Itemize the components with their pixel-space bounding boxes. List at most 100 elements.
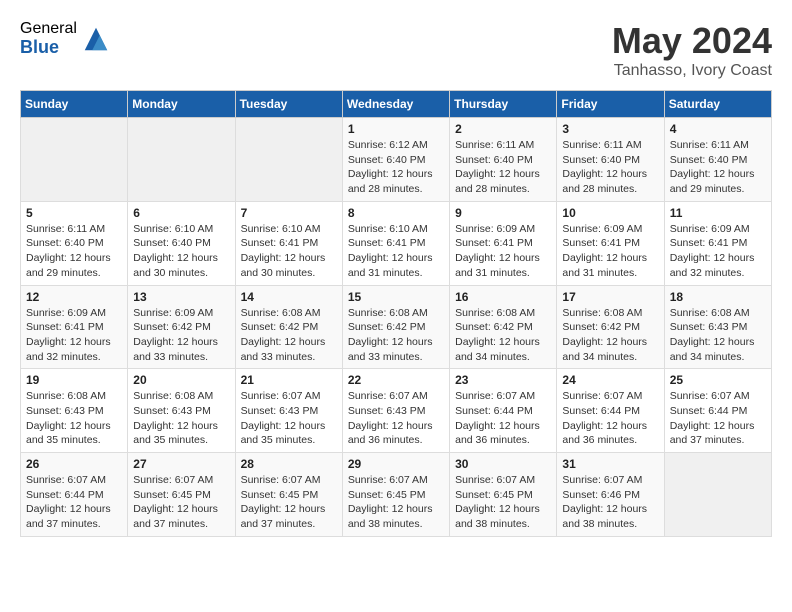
day-number: 13 (133, 290, 229, 304)
day-info: Sunrise: 6:07 AM Sunset: 6:45 PM Dayligh… (455, 473, 551, 532)
calendar-cell (664, 453, 771, 537)
calendar-table: SundayMondayTuesdayWednesdayThursdayFrid… (20, 90, 772, 537)
day-info: Sunrise: 6:08 AM Sunset: 6:42 PM Dayligh… (455, 306, 551, 365)
day-number: 28 (241, 457, 337, 471)
logo-blue: Blue (20, 38, 77, 58)
day-info: Sunrise: 6:08 AM Sunset: 6:43 PM Dayligh… (670, 306, 766, 365)
week-row-4: 19Sunrise: 6:08 AM Sunset: 6:43 PM Dayli… (21, 369, 772, 453)
header-day-monday: Monday (128, 91, 235, 118)
day-info: Sunrise: 6:11 AM Sunset: 6:40 PM Dayligh… (670, 138, 766, 197)
main-title: May 2024 (612, 20, 772, 62)
calendar-cell (235, 118, 342, 202)
calendar-cell (128, 118, 235, 202)
header-row: SundayMondayTuesdayWednesdayThursdayFrid… (21, 91, 772, 118)
day-number: 27 (133, 457, 229, 471)
day-info: Sunrise: 6:09 AM Sunset: 6:42 PM Dayligh… (133, 306, 229, 365)
day-info: Sunrise: 6:08 AM Sunset: 6:42 PM Dayligh… (562, 306, 658, 365)
day-info: Sunrise: 6:09 AM Sunset: 6:41 PM Dayligh… (670, 222, 766, 281)
calendar-cell: 4Sunrise: 6:11 AM Sunset: 6:40 PM Daylig… (664, 118, 771, 202)
logo: General Blue (20, 20, 111, 57)
day-info: Sunrise: 6:07 AM Sunset: 6:44 PM Dayligh… (455, 389, 551, 448)
day-number: 5 (26, 206, 122, 220)
day-info: Sunrise: 6:11 AM Sunset: 6:40 PM Dayligh… (562, 138, 658, 197)
calendar-cell: 16 Sunrise: 6:08 AM Sunset: 6:42 PM Dayli… (450, 285, 557, 369)
calendar-cell: 18 Sunrise: 6:08 AM Sunset: 6:43 PM Dayli… (664, 285, 771, 369)
day-number: 31 (562, 457, 658, 471)
day-number: 1 (348, 122, 444, 136)
subtitle: Tanhasso, Ivory Coast (612, 62, 772, 80)
page-header: General Blue May 2024 Tanhasso, Ivory Co… (20, 20, 772, 80)
day-info: Sunrise: 6:11 AM Sunset: 6:40 PM Dayligh… (26, 222, 122, 281)
day-info: Sunrise: 6:08 AM Sunset: 6:42 PM Dayligh… (348, 306, 444, 365)
day-info: Sunrise: 6:09 AM Sunset: 6:41 PM Dayligh… (562, 222, 658, 281)
day-number: 17 (562, 290, 658, 304)
logo-icon (81, 24, 111, 54)
day-info: Sunrise: 6:07 AM Sunset: 6:45 PM Dayligh… (133, 473, 229, 532)
week-row-3: 12Sunrise: 6:09 AM Sunset: 6:41 PM Dayli… (21, 285, 772, 369)
calendar-cell: 2Sunrise: 6:11 AM Sunset: 6:40 PM Daylig… (450, 118, 557, 202)
calendar-cell: 15 Sunrise: 6:08 AM Sunset: 6:42 PM Dayli… (342, 285, 449, 369)
day-number: 2 (455, 122, 551, 136)
calendar-cell: 7Sunrise: 6:10 AM Sunset: 6:41 PM Daylig… (235, 201, 342, 285)
calendar-cell: 10 Sunrise: 6:09 AM Sunset: 6:41 PM Dayli… (557, 201, 664, 285)
calendar-cell: 25 Sunrise: 6:07 AM Sunset: 6:44 PM Dayli… (664, 369, 771, 453)
calendar-cell: 5 Sunrise: 6:11 AM Sunset: 6:40 PM Daylig… (21, 201, 128, 285)
calendar-cell: 9 Sunrise: 6:09 AM Sunset: 6:41 PM Daylig… (450, 201, 557, 285)
calendar-header: SundayMondayTuesdayWednesdayThursdayFrid… (21, 91, 772, 118)
day-number: 22 (348, 373, 444, 387)
logo-text: General Blue (20, 20, 77, 57)
day-number: 10 (562, 206, 658, 220)
day-number: 29 (348, 457, 444, 471)
day-number: 23 (455, 373, 551, 387)
day-info: Sunrise: 6:09 AM Sunset: 6:41 PM Dayligh… (455, 222, 551, 281)
logo-general: General (20, 20, 77, 38)
day-number: 19 (26, 373, 122, 387)
calendar-cell: 14Sunrise: 6:08 AM Sunset: 6:42 PM Dayli… (235, 285, 342, 369)
day-info: Sunrise: 6:07 AM Sunset: 6:44 PM Dayligh… (562, 389, 658, 448)
day-info: Sunrise: 6:12 AM Sunset: 6:40 PM Dayligh… (348, 138, 444, 197)
day-number: 6 (133, 206, 229, 220)
header-day-saturday: Saturday (664, 91, 771, 118)
header-day-thursday: Thursday (450, 91, 557, 118)
header-day-sunday: Sunday (21, 91, 128, 118)
calendar-cell: 23 Sunrise: 6:07 AM Sunset: 6:44 PM Dayli… (450, 369, 557, 453)
calendar-cell: 28 Sunrise: 6:07 AM Sunset: 6:45 PM Dayli… (235, 453, 342, 537)
calendar-cell: 1 Sunrise: 6:12 AM Sunset: 6:40 PM Daylig… (342, 118, 449, 202)
day-number: 16 (455, 290, 551, 304)
calendar-cell: 3Sunrise: 6:11 AM Sunset: 6:40 PM Daylig… (557, 118, 664, 202)
week-row-2: 5 Sunrise: 6:11 AM Sunset: 6:40 PM Daylig… (21, 201, 772, 285)
day-number: 11 (670, 206, 766, 220)
week-row-5: 26 Sunrise: 6:07 AM Sunset: 6:44 PM Dayli… (21, 453, 772, 537)
day-number: 20 (133, 373, 229, 387)
title-area: May 2024 Tanhasso, Ivory Coast (612, 20, 772, 80)
calendar-cell: 13 Sunrise: 6:09 AM Sunset: 6:42 PM Dayli… (128, 285, 235, 369)
calendar-cell: 22 Sunrise: 6:07 AM Sunset: 6:43 PM Dayli… (342, 369, 449, 453)
calendar-cell: 20Sunrise: 6:08 AM Sunset: 6:43 PM Dayli… (128, 369, 235, 453)
calendar-cell: 19Sunrise: 6:08 AM Sunset: 6:43 PM Dayli… (21, 369, 128, 453)
day-info: Sunrise: 6:07 AM Sunset: 6:44 PM Dayligh… (670, 389, 766, 448)
day-number: 12 (26, 290, 122, 304)
day-number: 7 (241, 206, 337, 220)
day-info: Sunrise: 6:08 AM Sunset: 6:42 PM Dayligh… (241, 306, 337, 365)
calendar-cell: 26 Sunrise: 6:07 AM Sunset: 6:44 PM Dayli… (21, 453, 128, 537)
day-number: 26 (26, 457, 122, 471)
day-number: 9 (455, 206, 551, 220)
day-number: 21 (241, 373, 337, 387)
day-number: 25 (670, 373, 766, 387)
calendar-cell: 30 Sunrise: 6:07 AM Sunset: 6:45 PM Dayli… (450, 453, 557, 537)
day-info: Sunrise: 6:07 AM Sunset: 6:45 PM Dayligh… (348, 473, 444, 532)
day-info: Sunrise: 6:07 AM Sunset: 6:43 PM Dayligh… (241, 389, 337, 448)
day-number: 30 (455, 457, 551, 471)
calendar-cell: 27 Sunrise: 6:07 AM Sunset: 6:45 PM Dayli… (128, 453, 235, 537)
day-number: 15 (348, 290, 444, 304)
calendar-cell: 12Sunrise: 6:09 AM Sunset: 6:41 PM Dayli… (21, 285, 128, 369)
calendar-cell: 11 Sunrise: 6:09 AM Sunset: 6:41 PM Dayli… (664, 201, 771, 285)
calendar-cell: 17 Sunrise: 6:08 AM Sunset: 6:42 PM Dayli… (557, 285, 664, 369)
day-info: Sunrise: 6:07 AM Sunset: 6:44 PM Dayligh… (26, 473, 122, 532)
day-info: Sunrise: 6:07 AM Sunset: 6:43 PM Dayligh… (348, 389, 444, 448)
header-day-tuesday: Tuesday (235, 91, 342, 118)
calendar-cell (21, 118, 128, 202)
day-info: Sunrise: 6:07 AM Sunset: 6:45 PM Dayligh… (241, 473, 337, 532)
day-number: 18 (670, 290, 766, 304)
header-day-friday: Friday (557, 91, 664, 118)
